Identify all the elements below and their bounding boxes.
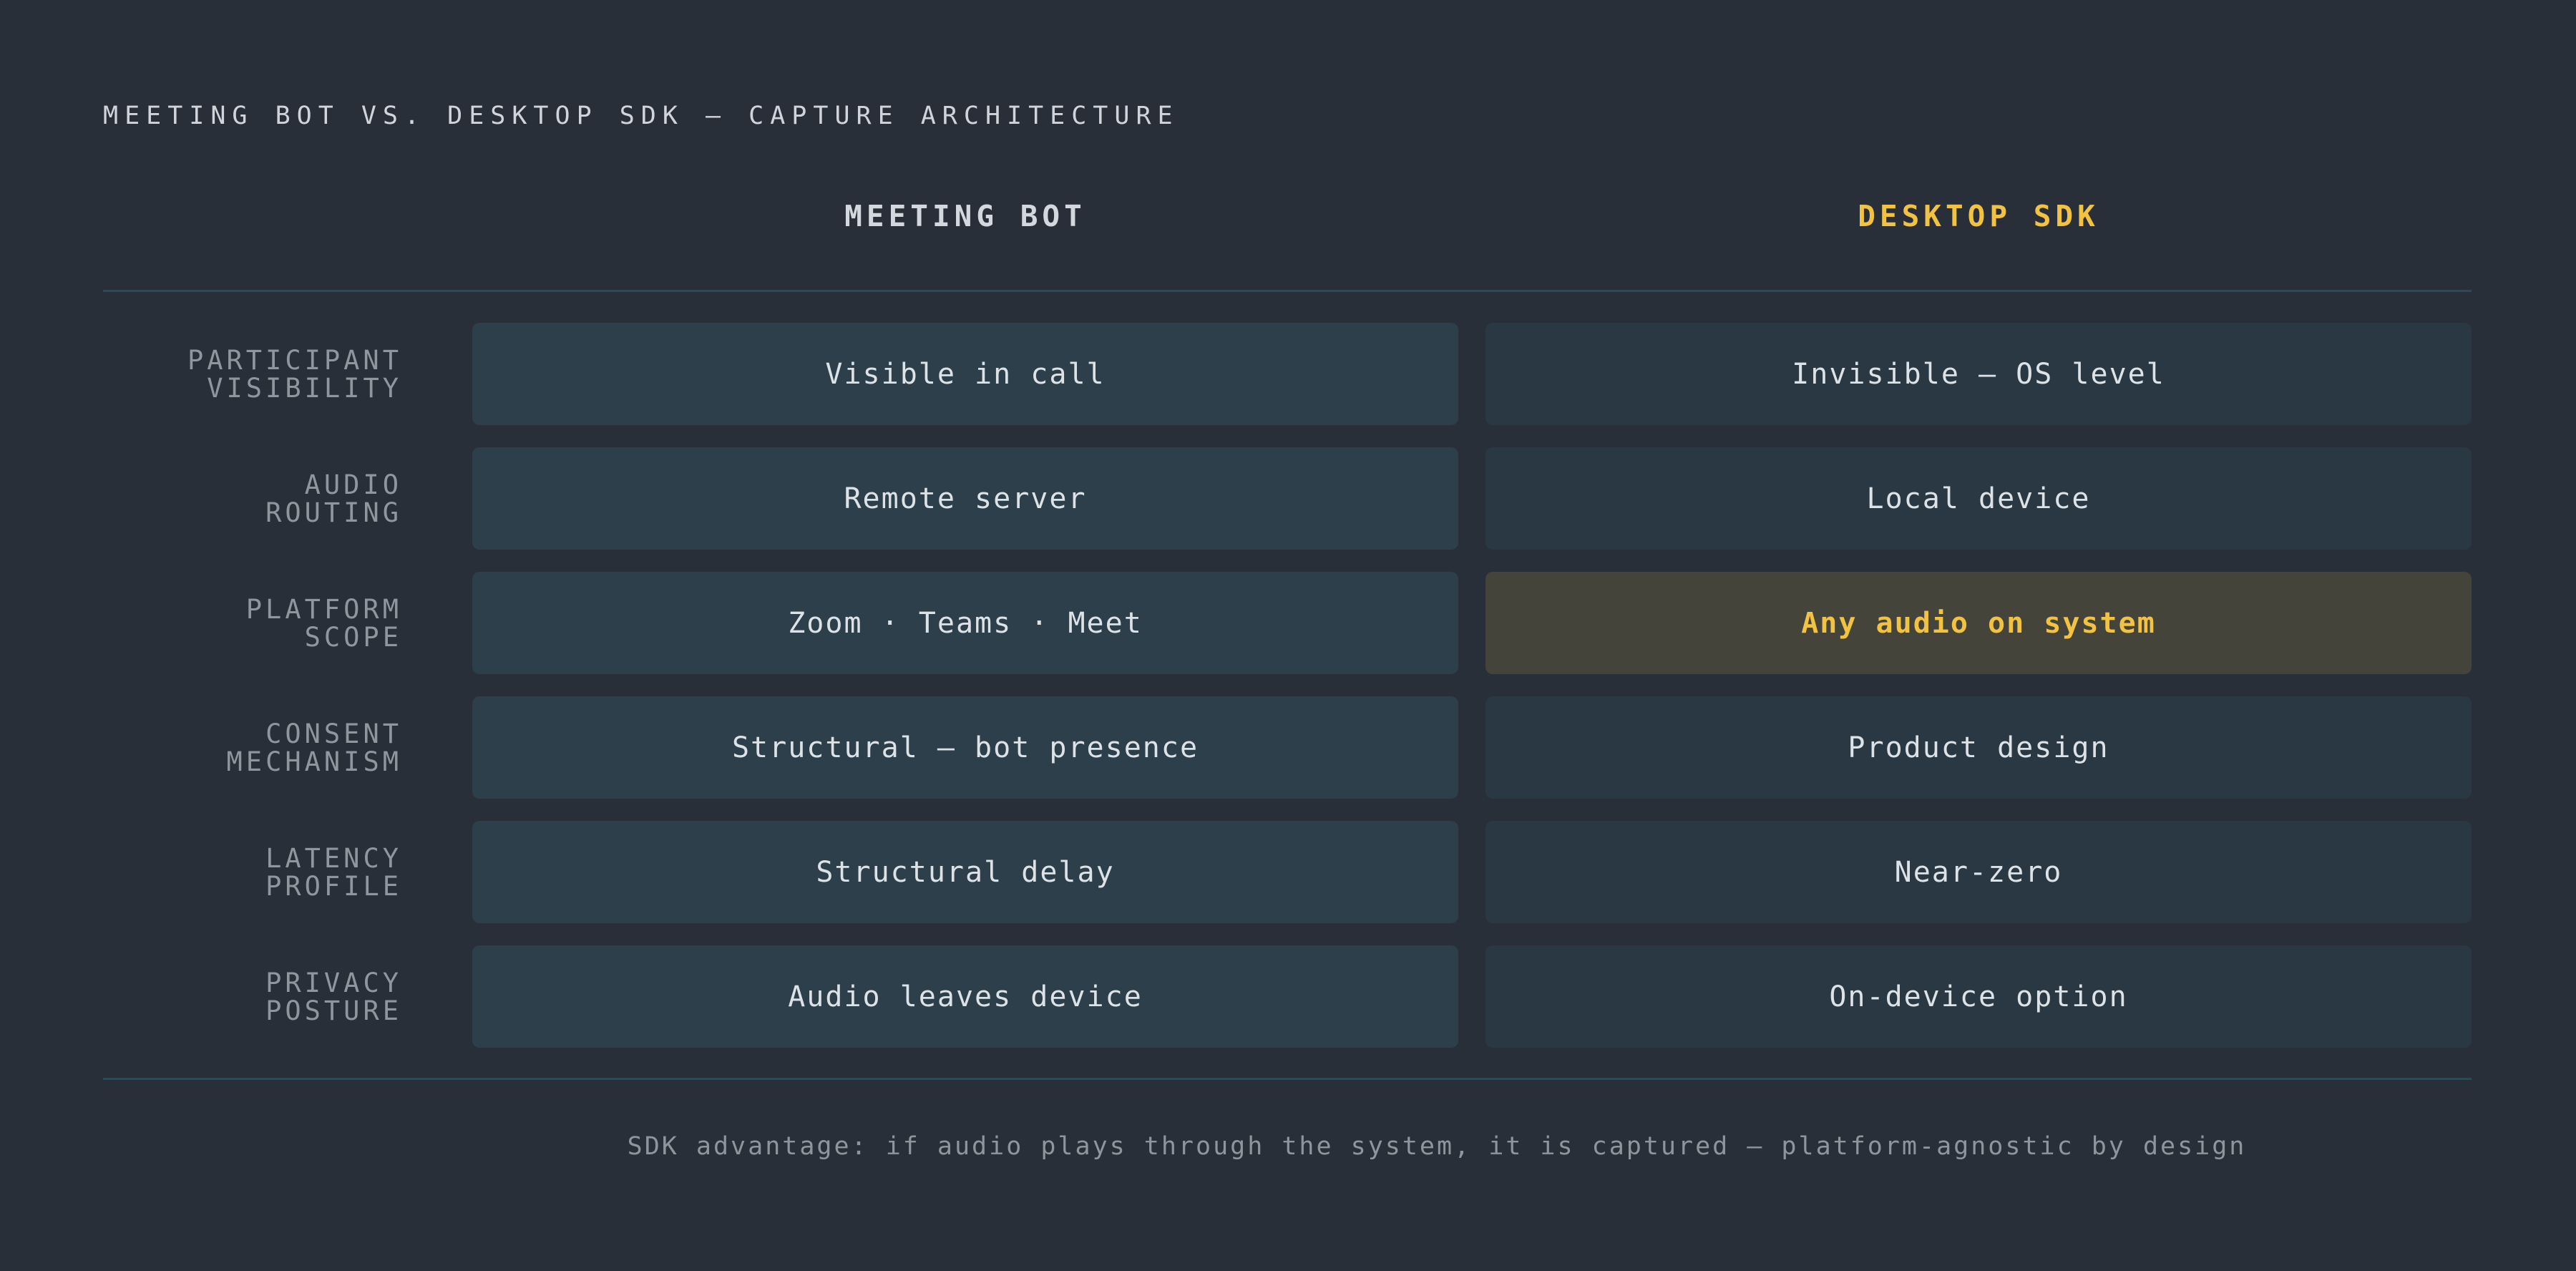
comparison-row: LATENCY PROFILE Structural delay Near-ze… bbox=[0, 821, 2576, 923]
comparison-row: PARTICIPANT VISIBILITY Visible in call I… bbox=[0, 323, 2576, 425]
meeting-bot-cell: Structural — bot presence bbox=[472, 696, 1458, 799]
top-divider bbox=[103, 290, 2472, 292]
meeting-bot-cell: Remote server bbox=[472, 447, 1458, 550]
meeting-bot-cell: Zoom · Teams · Meet bbox=[472, 572, 1458, 674]
meeting-bot-cell: Structural delay bbox=[472, 821, 1458, 923]
meeting-bot-cell: Visible in call bbox=[472, 323, 1458, 425]
row-label-line: MECHANISM bbox=[226, 746, 402, 777]
row-label-line: POSTURE bbox=[265, 995, 402, 1026]
row-label-line: AUDIO bbox=[304, 469, 402, 500]
column-header-meeting-bot: MEETING BOT bbox=[844, 199, 1086, 233]
row-label-line: PLATFORM bbox=[245, 593, 402, 625]
row-label: PRIVACY POSTURE bbox=[103, 945, 402, 1048]
row-label-line: LATENCY bbox=[265, 842, 402, 874]
row-label: PARTICIPANT VISIBILITY bbox=[103, 323, 402, 425]
row-label: AUDIO ROUTING bbox=[103, 447, 402, 550]
comparison-row: AUDIO ROUTING Remote server Local device bbox=[0, 447, 2576, 550]
row-label-line: VISIBILITY bbox=[207, 372, 402, 404]
diagram-title: MEETING BOT VS. DESKTOP SDK — CAPTURE AR… bbox=[103, 102, 1179, 130]
row-label: CONSENT MECHANISM bbox=[103, 696, 402, 799]
row-label-line: PARTICIPANT bbox=[187, 344, 402, 376]
desktop-sdk-cell: Invisible — OS level bbox=[1485, 323, 2472, 425]
row-label-line: PRIVACY bbox=[265, 967, 402, 998]
desktop-sdk-cell: Near-zero bbox=[1485, 821, 2472, 923]
desktop-sdk-cell: Local device bbox=[1485, 447, 2472, 550]
row-label: LATENCY PROFILE bbox=[103, 821, 402, 923]
comparison-row: PLATFORM SCOPE Zoom · Teams · Meet Any a… bbox=[0, 572, 2576, 674]
desktop-sdk-cell: Product design bbox=[1485, 696, 2472, 799]
meeting-bot-cell: Audio leaves device bbox=[472, 945, 1458, 1048]
comparison-row: PRIVACY POSTURE Audio leaves device On-d… bbox=[0, 945, 2576, 1048]
desktop-sdk-cell-highlighted: Any audio on system bbox=[1485, 572, 2472, 674]
comparison-row: CONSENT MECHANISM Structural — bot prese… bbox=[0, 696, 2576, 799]
footnote: SDK advantage: if audio plays through th… bbox=[627, 1132, 2247, 1161]
row-label-line: ROUTING bbox=[265, 497, 402, 528]
row-label-line: SCOPE bbox=[304, 621, 402, 653]
row-label-line: CONSENT bbox=[265, 718, 402, 749]
column-header-desktop-sdk: DESKTOP SDK bbox=[1858, 199, 2099, 233]
row-label-line: PROFILE bbox=[265, 870, 402, 902]
row-label: PLATFORM SCOPE bbox=[103, 572, 402, 674]
desktop-sdk-cell: On-device option bbox=[1485, 945, 2472, 1048]
bottom-divider bbox=[103, 1078, 2472, 1080]
